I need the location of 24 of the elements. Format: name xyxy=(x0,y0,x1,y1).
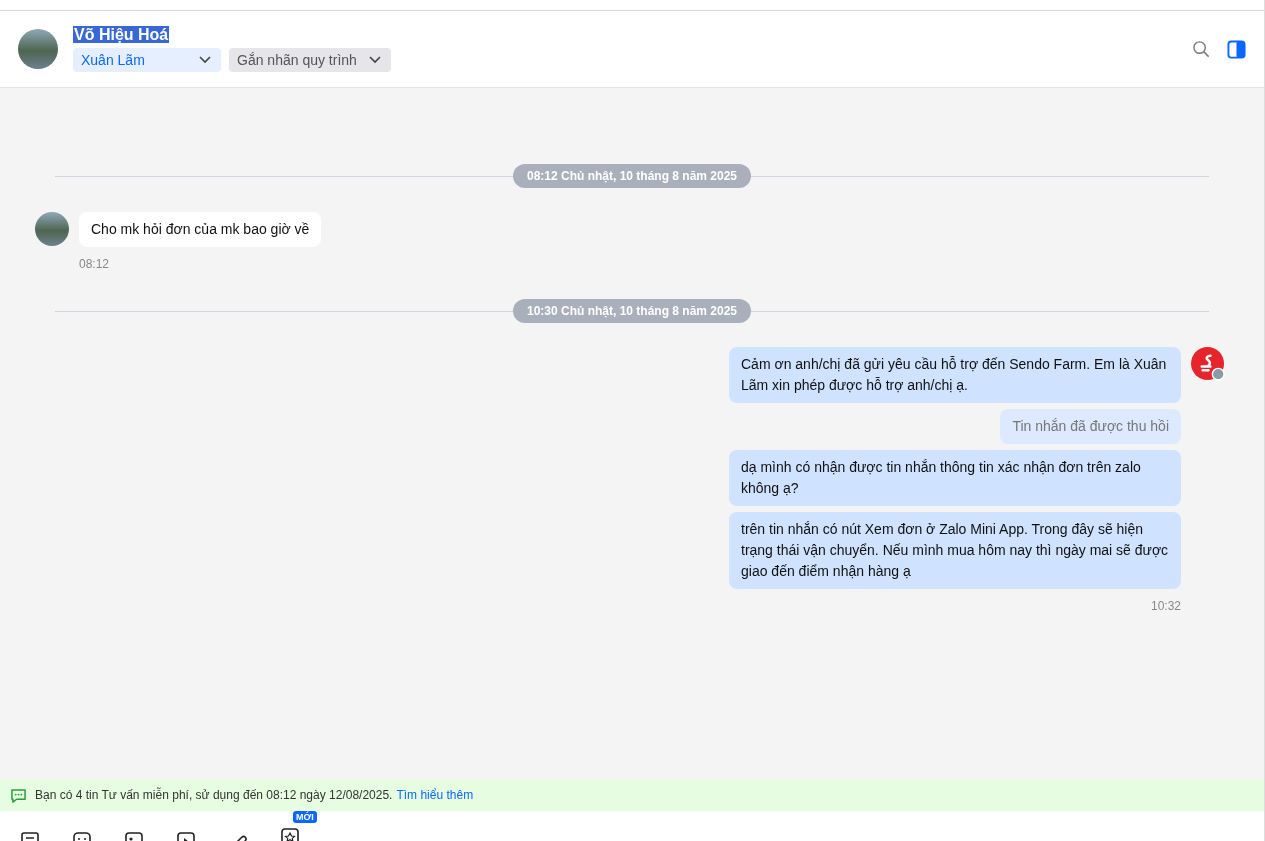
message-bubble: dạ mình có nhận được tin nhắn thông tin xác nhận đơn trên zalo không ạ? xyxy=(729,450,1181,506)
message-bubble: Tin nhắn đã được thu hồi xyxy=(1000,409,1181,444)
chevron-down-icon xyxy=(368,56,381,64)
avatar xyxy=(35,212,69,246)
message-bubble: Cảm ơn anh/chị đã gửi yêu cầu hỗ trợ đến Sendo Farm. Em là Xuân Lãm xin phép được hỗ trợ anh/chị ạ. xyxy=(729,347,1181,403)
assignee-dropdown[interactable]: Xuân Lãm xyxy=(73,48,221,72)
tag-dropdown[interactable]: Gắn nhãn quy trình xyxy=(229,48,391,72)
side-panel-icon[interactable] xyxy=(1227,39,1246,59)
search-icon[interactable] xyxy=(1192,39,1211,59)
avatar xyxy=(18,29,58,69)
notice-text: Bạn có 4 tin Tư vấn miễn phí, sử dụng đến 08:12 ngày 12/08/2025. xyxy=(35,788,393,802)
date-divider: 08:12 Chủ nhật, 10 tháng 8 năm 2025 xyxy=(512,164,752,188)
contact-name: Võ Hiệu Hoá xyxy=(73,26,170,43)
chat-icon xyxy=(10,787,27,803)
new-badge: MỚI xyxy=(293,811,317,823)
message-time: 10:32 xyxy=(1150,599,1181,613)
date-divider: 10:30 Chủ nhật, 10 tháng 8 năm 2025 xyxy=(512,299,752,323)
shop-logo-icon xyxy=(1191,347,1226,382)
chevron-down-icon xyxy=(199,56,211,64)
message-bubble: Cho mk hỏi đơn của mk bao giờ về xyxy=(79,212,322,247)
message-bubble: trên tin nhắn có nút Xem đơn ở Zalo Mini App. Trong đây sẽ hiện trạng thái vận chuyển. Nếu mình mua hôm nay thì ngày mai sẽ được giao đến điểm nhận hàng ạ xyxy=(729,512,1181,589)
star-card-icon[interactable] xyxy=(280,827,300,841)
learn-more-link[interactable]: Tìm hiểu thêm xyxy=(396,788,474,802)
message-time: 08:12 xyxy=(79,257,110,271)
